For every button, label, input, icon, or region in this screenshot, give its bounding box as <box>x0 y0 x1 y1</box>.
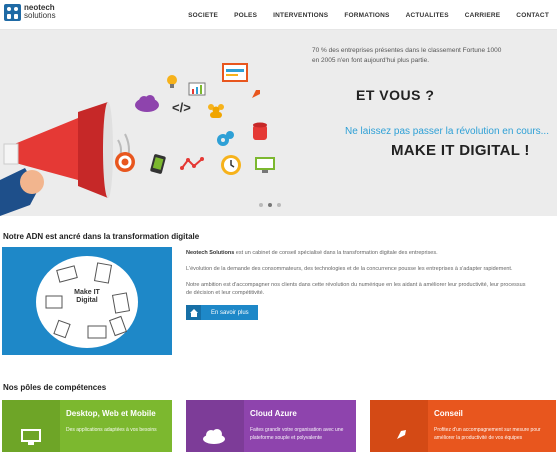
nav-interventions[interactable]: INTERVENTIONS <box>273 12 328 19</box>
nav-poles[interactable]: POLES <box>234 12 257 19</box>
cloud-icon <box>135 95 159 112</box>
slider-dot-1[interactable] <box>259 203 263 207</box>
home-icon <box>186 305 201 320</box>
adn-paragraph-1: Neotech Solutions est un cabinet de cons… <box>186 250 438 256</box>
target-icon <box>115 152 135 172</box>
adn-paragraph-3: Notre ambition est d'accompagner nos cli… <box>186 282 526 296</box>
hero-slider[interactable]: </> 70 % des entreprises présentes dans … <box>0 30 557 216</box>
cloud-icon <box>186 400 244 452</box>
pole-title: Desktop, Web et Mobile <box>66 409 156 418</box>
main-menu: SOCIETE POLES INTERVENTIONS FORMATIONS A… <box>180 0 557 30</box>
nav-contact[interactable]: CONTACT <box>516 12 549 19</box>
slider-dot-3[interactable] <box>277 203 281 207</box>
users-icon <box>208 104 224 118</box>
analytics-icon <box>180 157 204 170</box>
pole-description: Faites grandir votre organisation avec u… <box>250 427 344 441</box>
monitor-icon <box>2 400 60 452</box>
adn-image: Make IT Digital <box>2 247 172 355</box>
pole-card-conseil[interactable]: Conseil Profitez d'un accompagnement sur… <box>370 400 556 452</box>
nav-actualites[interactable]: ACTUALITES <box>406 12 449 19</box>
browser-icon <box>222 63 248 82</box>
nav-carriere[interactable]: CARRIERE <box>465 12 501 19</box>
nav-societe[interactable]: SOCIETE <box>188 12 218 19</box>
slider-dots <box>259 203 281 207</box>
clock-icon <box>221 155 241 175</box>
adn-image-label: Make IT Digital <box>74 289 100 304</box>
hero-headline: MAKE IT DIGITAL ! <box>391 142 530 159</box>
hero-question: ET VOUS ? <box>356 87 435 103</box>
database-icon <box>253 122 267 140</box>
slider-dot-2[interactable] <box>268 203 272 207</box>
lightbulb-icon <box>167 75 177 88</box>
rocket-icon <box>370 400 428 452</box>
pole-description: Des applications adaptées à vos besoins <box>66 427 157 433</box>
monitor-icon <box>255 157 275 173</box>
poles-section-title: Nos pôles de compétences <box>3 383 107 392</box>
logo-text: neotech solutions <box>24 3 56 20</box>
learn-more-button[interactable]: En savoir plus <box>186 305 258 320</box>
gears-icon <box>217 131 234 146</box>
chart-icon <box>188 82 206 96</box>
nav-formations[interactable]: FORMATIONS <box>344 12 389 19</box>
top-nav: neotech solutions SOCIETE POLES INTERVEN… <box>0 0 557 30</box>
adn-section-title: Notre ADN est ancré dans la transformati… <box>3 232 200 241</box>
pole-description: Profitez d'un accompagnement sur mesure … <box>434 427 541 441</box>
pole-card-cloud[interactable]: Cloud Azure Faites grandir votre organis… <box>186 400 356 452</box>
adn-paragraph-2: L'évolution de la demande des consommate… <box>186 266 513 272</box>
hero-tagline: Ne laissez pas passer la révolution en c… <box>345 126 549 137</box>
pole-title: Conseil <box>434 409 463 418</box>
pole-title: Cloud Azure <box>250 409 297 418</box>
learn-more-label: En savoir plus <box>211 309 249 316</box>
logo-icon <box>4 4 21 21</box>
logo[interactable]: neotech solutions <box>4 4 74 26</box>
pole-card-desktop[interactable]: Desktop, Web et Mobile Des applications … <box>2 400 172 452</box>
code-icon: </> <box>172 100 191 115</box>
hero-intro-text: 70 % des entreprises présentes dans le c… <box>312 47 502 64</box>
smartphone-icon <box>150 154 166 174</box>
rocket-icon <box>247 90 260 103</box>
